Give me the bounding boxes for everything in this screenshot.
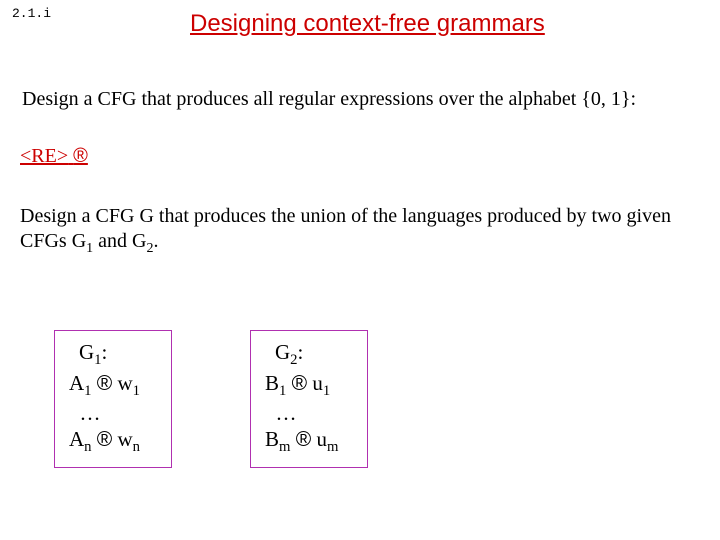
g1-rule-1: A1 ® w1 <box>69 370 155 401</box>
grammar-box-g1: G1: A1 ® w1 … An ® wn <box>54 330 172 468</box>
g2-rule-m: Bm ® um <box>265 426 351 457</box>
g1-rn-lhs: A <box>69 427 84 451</box>
g2-rule-1: B1 ® u1 <box>265 370 351 401</box>
arrow-icon: ® <box>292 372 307 395</box>
g2-r1-lhs-sub: 1 <box>279 383 286 399</box>
g1-name-sub: 1 <box>94 352 101 368</box>
g2-r1-lhs: B <box>265 371 279 395</box>
g2-r1-rhs-sub: 1 <box>323 383 330 399</box>
g2-rn-rhs: u <box>316 427 327 451</box>
prompt-2: Design a CFG G that produces the union o… <box>20 204 680 258</box>
g1-dots: … <box>69 400 155 426</box>
grammar-boxes: G1: A1 ® w1 … An ® wn G2: B1 ® u1 … Bm ®… <box>54 330 368 468</box>
g1-header: G1: <box>69 339 155 370</box>
g2-name-sub: 2 <box>290 352 297 368</box>
g2-rn-rhs-sub: m <box>327 440 338 456</box>
arrow-icon: ® <box>97 428 112 451</box>
g2-r1-rhs: u <box>312 371 323 395</box>
arrow-icon: ® <box>97 372 112 395</box>
arrow-icon: ® <box>296 428 311 451</box>
arrow-icon: ® <box>73 145 88 167</box>
prompt-1: Design a CFG that produces all regular e… <box>22 88 700 111</box>
g2-rn-lhs-sub: m <box>279 440 290 456</box>
g2-name: G <box>275 340 290 364</box>
g1-rule-n: An ® wn <box>69 426 155 457</box>
g2-rn-lhs: B <box>265 427 279 451</box>
re-nonterminal: <RE> <box>20 145 68 167</box>
grammar-box-g2: G2: B1 ® u1 … Bm ® um <box>250 330 368 468</box>
g2-header: G2: <box>265 339 351 370</box>
g1-r1-lhs-sub: 1 <box>84 383 91 399</box>
page-title: Designing context-free grammars <box>190 10 545 38</box>
slide-number: 2.1.i <box>12 6 51 21</box>
g1-name: G <box>79 340 94 364</box>
ellipsis: … <box>80 401 101 425</box>
g1-r1-rhs-sub: 1 <box>133 383 140 399</box>
prompt-2-part-c: . <box>153 230 158 252</box>
g1-r1-rhs: w <box>118 371 133 395</box>
g1-rn-rhs-sub: n <box>133 440 140 456</box>
g1-rn-lhs-sub: n <box>84 440 91 456</box>
g1-rn-rhs: w <box>118 427 133 451</box>
ellipsis: … <box>276 401 297 425</box>
prompt-2-part-b: and G <box>93 230 146 252</box>
re-production: <RE> ® <box>20 145 88 168</box>
g2-dots: … <box>265 400 351 426</box>
g1-r1-lhs: A <box>69 371 84 395</box>
